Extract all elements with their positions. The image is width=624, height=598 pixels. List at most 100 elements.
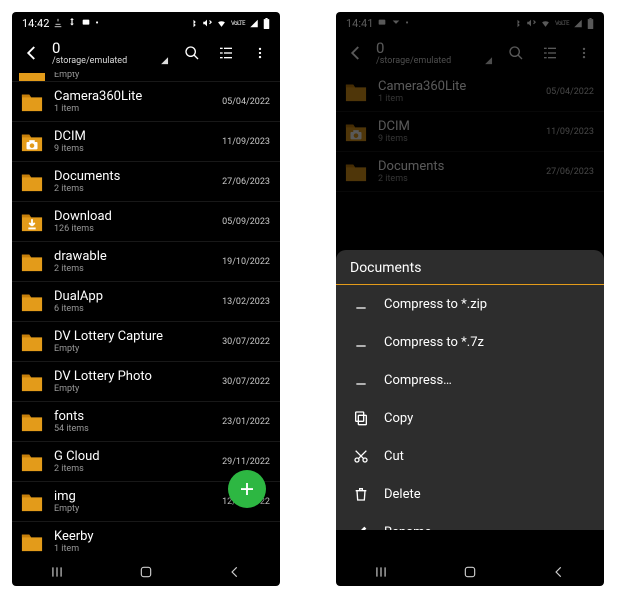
item-date: 30/07/2022 <box>222 377 270 387</box>
list-item[interactable]: DCIM9 items11/09/2023 <box>336 112 604 152</box>
status-time: 14:41 <box>346 17 373 30</box>
context-menu-item[interactable]: Rename <box>336 513 604 530</box>
context-menu-item[interactable]: Cut <box>336 437 604 475</box>
folder-icon <box>18 488 46 516</box>
bluetooth-icon <box>513 18 522 29</box>
context-menu-label: Rename <box>384 525 431 531</box>
item-date: 11/09/2023 <box>222 137 270 147</box>
mute-icon <box>202 18 212 28</box>
app-topbar: 0 /storage/emulated ◢ <box>12 34 280 72</box>
item-name: Documents <box>378 159 546 174</box>
item-date: 13/02/2023 <box>222 297 270 307</box>
item-meta: 1 item <box>378 94 546 104</box>
item-meta: Empty <box>54 504 222 514</box>
back-button[interactable] <box>18 39 46 67</box>
battery-icon <box>263 18 270 29</box>
list-item[interactable]: Empty <box>12 72 280 82</box>
search-button[interactable] <box>178 39 206 67</box>
list-item[interactable]: drawable2 items19/10/2022 <box>12 242 280 282</box>
item-date: 05/09/2023 <box>222 217 270 227</box>
nav-recent[interactable] <box>37 565 77 579</box>
list-item[interactable]: DV Lottery CaptureEmpty30/07/2022 <box>12 322 280 362</box>
folder-icon <box>18 368 46 396</box>
context-menu-item[interactable]: Compress… <box>336 361 604 399</box>
folder-icon <box>18 208 46 236</box>
download-icon <box>352 333 370 351</box>
lte-icon: VoLTE <box>555 20 569 27</box>
topbar-title: 0 <box>376 41 496 56</box>
phone-right: 14:41 • VoLTE 0 /storage/emulated ◢ <box>336 12 604 586</box>
status-dot: • <box>95 18 98 29</box>
item-date: 11/09/2023 <box>546 127 594 137</box>
item-name: DCIM <box>54 129 222 144</box>
list-item[interactable]: fonts54 items23/01/2022 <box>12 402 280 442</box>
context-menu-label: Copy <box>384 411 413 426</box>
signal-icon <box>249 19 259 28</box>
path-caret-icon: ◢ <box>485 56 492 66</box>
search-button[interactable] <box>502 39 530 67</box>
list-item[interactable]: Keerby1 item <box>12 522 280 558</box>
copy-icon <box>352 409 370 427</box>
system-navbar <box>336 558 604 586</box>
file-list[interactable]: EmptyCamera360Lite1 item05/04/2022DCIM9 … <box>12 72 280 558</box>
context-menu-label: Compress to *.7z <box>384 335 484 350</box>
phone-left: 14:42 • VoLTE 0 /storage/emulated ◢ <box>12 12 280 586</box>
folder-icon <box>342 78 370 106</box>
list-item[interactable]: Camera360Lite1 item05/04/2022 <box>336 72 604 112</box>
item-date: 29/11/2022 <box>222 457 270 467</box>
status-icon <box>53 18 63 28</box>
item-date: 19/10/2022 <box>222 257 270 267</box>
list-item[interactable]: Documents2 items27/06/2023 <box>336 152 604 192</box>
pencil-icon <box>352 523 370 530</box>
system-navbar <box>12 558 280 586</box>
status-bar: 14:41 • VoLTE <box>336 12 604 34</box>
item-meta: 126 items <box>54 224 222 234</box>
folder-icon <box>342 118 370 146</box>
more-button[interactable] <box>246 39 274 67</box>
nav-recent[interactable] <box>361 565 401 579</box>
folder-icon <box>342 158 370 186</box>
context-menu-item[interactable]: Compress to *.zip <box>336 285 604 323</box>
view-mode-button[interactable] <box>212 39 240 67</box>
status-dot: • <box>405 18 408 29</box>
view-mode-button[interactable] <box>536 39 564 67</box>
wifi-icon <box>216 19 227 28</box>
folder-icon <box>18 528 46 556</box>
back-button[interactable] <box>342 39 370 67</box>
list-item[interactable]: Camera360Lite1 item05/04/2022 <box>12 82 280 122</box>
list-item[interactable]: DV Lottery PhotoEmpty30/07/2022 <box>12 362 280 402</box>
trash-icon <box>352 485 370 503</box>
folder-icon <box>18 248 46 276</box>
folder-icon <box>18 328 46 356</box>
topbar-title: 0 <box>52 41 172 56</box>
context-menu-item[interactable]: Copy <box>336 399 604 437</box>
folder-icon <box>18 73 46 81</box>
context-menu-title: Documents <box>336 250 604 285</box>
item-name: Download <box>54 209 222 224</box>
item-meta: 9 items <box>54 144 222 154</box>
more-button[interactable] <box>570 39 598 67</box>
nav-back[interactable] <box>539 565 579 579</box>
list-item[interactable]: Documents2 items27/06/2023 <box>12 162 280 202</box>
context-menu-item[interactable]: Delete <box>336 475 604 513</box>
download-icon <box>352 295 370 313</box>
context-menu-item[interactable]: Compress to *.7z <box>336 323 604 361</box>
fab-add[interactable] <box>228 470 266 508</box>
context-menu-label: Cut <box>384 449 404 464</box>
status-icon <box>377 18 387 28</box>
nav-home[interactable] <box>450 565 490 579</box>
context-menu-label: Compress to *.zip <box>384 297 487 312</box>
folder-icon <box>18 288 46 316</box>
item-name: G Cloud <box>54 449 222 464</box>
nav-back[interactable] <box>215 565 255 579</box>
list-item[interactable]: DualApp6 items13/02/2023 <box>12 282 280 322</box>
item-date: 27/06/2023 <box>546 167 594 177</box>
item-meta: 6 items <box>54 304 222 314</box>
wifi-icon <box>540 19 551 28</box>
item-name: Documents <box>54 169 222 184</box>
nav-home[interactable] <box>126 565 166 579</box>
status-icon <box>81 18 91 28</box>
list-item[interactable]: Download126 items05/09/2023 <box>12 202 280 242</box>
list-item[interactable]: DCIM9 items11/09/2023 <box>12 122 280 162</box>
folder-icon <box>18 168 46 196</box>
